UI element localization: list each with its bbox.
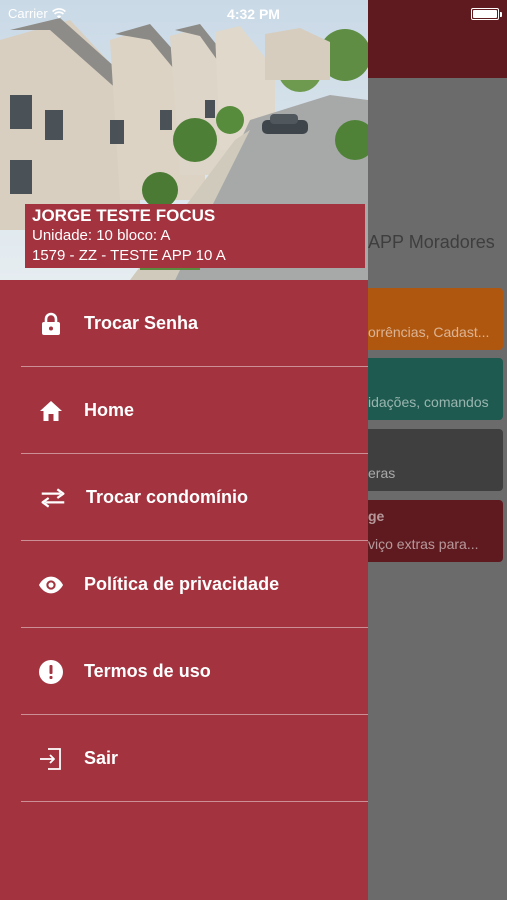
menu-label: Trocar Senha — [84, 313, 199, 333]
menu-item-politica-privacidade[interactable]: Política de privacidade — [0, 541, 368, 628]
app-title: APP Moradores — [368, 232, 495, 252]
eye-icon — [38, 572, 64, 598]
card-subtitle: viço extras para... — [368, 536, 479, 552]
drawer-header: JORGE TESTE FOCUS Unidade: 10 bloco: A 1… — [0, 0, 368, 280]
user-name: JORGE TESTE FOCUS — [32, 206, 216, 225]
clock: 4:32 PM — [227, 6, 280, 22]
swap-icon — [40, 485, 66, 511]
card-title: ge — [368, 508, 385, 524]
menu-label: Política de privacidade — [84, 574, 280, 594]
menu-label: Home — [84, 400, 135, 420]
home-icon — [38, 398, 64, 424]
menu-card-ocorrencias[interactable]: orrências, Cadast... — [360, 288, 503, 350]
menu-label: Termos de uso — [84, 661, 211, 681]
card-subtitle: idações, comandos — [368, 394, 489, 410]
navigation-drawer: JORGE TESTE FOCUS Unidade: 10 bloco: A 1… — [0, 0, 368, 900]
alert-circle-icon — [38, 659, 64, 685]
menu-item-trocar-senha[interactable]: Trocar Senha — [0, 280, 368, 367]
lock-icon — [38, 311, 64, 337]
menu-item-home[interactable]: Home — [0, 367, 368, 454]
menu-label: Trocar condomínio — [86, 487, 249, 507]
card-subtitle: orrências, Cadast... — [368, 324, 490, 340]
card-subtitle: eras — [368, 465, 396, 481]
menu-item-termos-de-uso[interactable]: Termos de uso — [0, 628, 368, 715]
menu-label: Sair — [84, 748, 119, 768]
status-bar: Carrier 4:32 PM — [0, 0, 507, 28]
menu-card-outros[interactable]: eras — [360, 429, 503, 491]
menu-card-servicos[interactable]: ge viço extras para... — [360, 500, 503, 562]
menu-card-liberacoes[interactable]: idações, comandos — [360, 358, 503, 420]
menu-item-trocar-condominio[interactable]: Trocar condomínio — [0, 454, 368, 541]
logout-icon — [38, 746, 64, 772]
menu-item-sair[interactable]: Sair — [0, 715, 368, 802]
user-unit: Unidade: 10 bloco: A — [32, 227, 171, 244]
user-condominium: 1579 - ZZ - TESTE APP 10 A — [32, 247, 226, 264]
battery-icon — [471, 8, 502, 20]
user-info-box: JORGE TESTE FOCUS Unidade: 10 bloco: A 1… — [25, 204, 365, 268]
drawer-menu: Trocar Senha Home Trocar condomínio Polí… — [0, 280, 368, 802]
divider — [21, 801, 368, 802]
